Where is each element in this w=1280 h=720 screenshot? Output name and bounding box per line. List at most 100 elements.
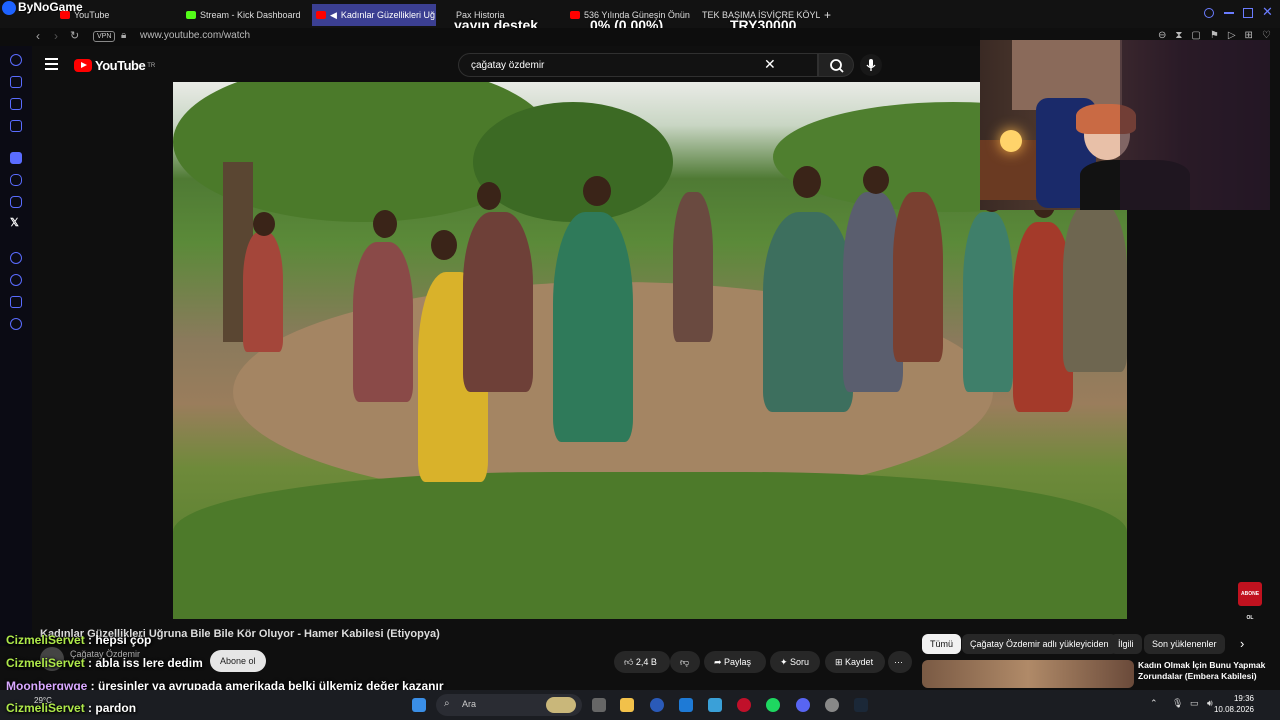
search-button[interactable] (818, 53, 854, 77)
task-view-icon[interactable] (592, 698, 606, 712)
vpn-badge[interactable]: VPN (93, 31, 116, 42)
chip-related[interactable]: İlgili (1110, 634, 1142, 654)
subscribe-alert-badge: ABONE OL (1238, 582, 1262, 621)
messenger-icon[interactable] (10, 98, 22, 110)
volume-icon[interactable]: 🔊︎ (1207, 698, 1213, 709)
opera-gx-icon[interactable] (737, 698, 751, 712)
dancer-head (373, 210, 397, 238)
youtube-icon (316, 11, 326, 19)
like-count: 2,4 B (635, 657, 657, 667)
kick-icon (186, 11, 196, 19)
chat-username: CizmeliServet (6, 633, 85, 647)
search-icon (830, 59, 844, 73)
instagram-icon[interactable] (10, 196, 22, 208)
tab-kick-dashboard[interactable]: Stream - Kick Dashboard (186, 4, 306, 26)
refresh-sidebar-icon[interactable] (10, 54, 22, 66)
chevron-up-icon[interactable]: ⌃ (1150, 698, 1158, 709)
dancer (243, 232, 283, 352)
cube-sidebar-icon[interactable] (10, 296, 22, 308)
windows-start-icon[interactable] (412, 698, 426, 712)
app-sidebar-icon[interactable] (10, 120, 22, 132)
chip-from-uploader[interactable]: Çağatay Özdemir adlı yükleyiciden (962, 634, 1117, 654)
recommended-title[interactable]: Kadın Olmak İçin Bunu Yapmak Zorundalar … (1138, 660, 1278, 682)
forward-icon[interactable]: › (54, 29, 58, 43)
thumbs-down-icon: 👎︎ (680, 657, 690, 667)
youtube-logo[interactable]: YouTube TR (74, 58, 155, 73)
twitch-icon[interactable] (10, 152, 22, 164)
video-scene-grass (173, 472, 1127, 619)
mail-icon[interactable] (708, 698, 722, 712)
minimize-icon[interactable] (1224, 12, 1234, 14)
spotify-icon[interactable] (766, 698, 780, 712)
dancer-head (253, 212, 275, 236)
dancer (553, 212, 633, 442)
streamer-webcam (980, 40, 1270, 210)
dancer (763, 212, 853, 412)
dislike-button[interactable]: 👎︎ (670, 651, 700, 673)
tab-youtube[interactable]: YouTube (60, 4, 180, 26)
chip-recent[interactable]: Son yüklenenler (1144, 634, 1225, 654)
microphone-tray-icon[interactable]: 🎙︎ (1172, 698, 1183, 709)
player-sidebar-icon[interactable] (10, 252, 22, 264)
ask-label: Soru (790, 657, 810, 667)
chat-username: CizmeliServet (6, 701, 85, 715)
file-explorer-icon[interactable] (620, 698, 634, 712)
voice-search-button[interactable] (860, 54, 882, 76)
share-button[interactable]: ➦ Paylaş (704, 651, 766, 673)
search-icon[interactable] (1204, 8, 1214, 18)
store-icon[interactable] (679, 698, 693, 712)
url-text[interactable]: www.youtube.com/watch (140, 30, 250, 41)
save-button[interactable]: ⊞ Kaydet (825, 651, 885, 673)
ask-button[interactable]: ✦ Soru (770, 651, 820, 673)
reload-icon[interactable]: ↻ (70, 29, 79, 42)
discord-icon[interactable] (796, 698, 810, 712)
search-input[interactable] (469, 59, 753, 72)
chat-message: CizmeliServet : hepsi çöp (6, 633, 152, 647)
chat-username: CizmeliServet (6, 656, 85, 670)
clock[interactable]: 19:36 10.08.2026 (1214, 693, 1254, 715)
network-icon[interactable]: ▭ (1190, 698, 1199, 709)
x-twitter-icon[interactable]: 𝕏 (10, 216, 19, 229)
webcam-lamp (1000, 130, 1022, 152)
ai-sidebar-icon[interactable] (10, 76, 22, 88)
plus-icon: + (824, 8, 832, 22)
browser-app-icon[interactable] (650, 698, 664, 712)
chevron-right-icon[interactable]: › (1240, 636, 1244, 651)
taskbar-search[interactable]: ⌕ Ara (436, 694, 582, 716)
speaker-icon: ◀ (330, 9, 337, 20)
dancer (353, 242, 413, 402)
steam-icon[interactable] (854, 698, 868, 712)
share-label: Paylaş (724, 657, 752, 667)
new-tab-button[interactable]: + (824, 4, 836, 26)
like-button[interactable]: 👍︎ 2,4 B (614, 651, 670, 673)
chat-message: CizmeliServet : abla iss lere dedim (6, 656, 203, 670)
dancer (893, 192, 943, 362)
discord-icon[interactable] (10, 174, 22, 186)
microphone-icon (866, 59, 876, 71)
chat-text: pardon (95, 701, 137, 715)
search-highlight-image (546, 697, 576, 713)
chat-message: CizmeliServet : pardon (6, 701, 137, 715)
dancer (1063, 202, 1127, 372)
subscribe-button[interactable]: Abone ol (210, 650, 266, 672)
tab-active-video[interactable]: ◀ Kadınlar Güzellikleri Uğ (312, 4, 436, 26)
recommended-thumbnail[interactable] (922, 660, 1134, 688)
maximize-icon[interactable] (1243, 8, 1253, 18)
more-actions-button[interactable]: ··· (888, 651, 912, 673)
dancer-head (863, 166, 889, 194)
sparkle-icon: ✦ (780, 657, 791, 667)
windows-taskbar: 29°C ⌕ Ara ⌃ 🎙︎ ▭ 🔊︎ 19:36 10.08.2026 (0, 690, 1280, 720)
history-sidebar-icon[interactable] (10, 274, 22, 286)
dancer-head (431, 230, 457, 260)
save-icon: ⊞ (835, 657, 846, 667)
chat-text: hepsi çöp (95, 633, 152, 647)
close-icon[interactable]: ✕ (1262, 4, 1273, 20)
dancer (673, 192, 713, 342)
back-icon[interactable]: ‹ (36, 29, 40, 43)
app-icon[interactable] (825, 698, 839, 712)
settings-gear-icon[interactable] (10, 318, 22, 330)
clear-search-icon[interactable]: ✕ (764, 56, 776, 73)
video-scene-tree (473, 102, 673, 222)
menu-hamburger-icon[interactable] (45, 58, 58, 73)
chip-all[interactable]: Tümü (922, 634, 962, 654)
